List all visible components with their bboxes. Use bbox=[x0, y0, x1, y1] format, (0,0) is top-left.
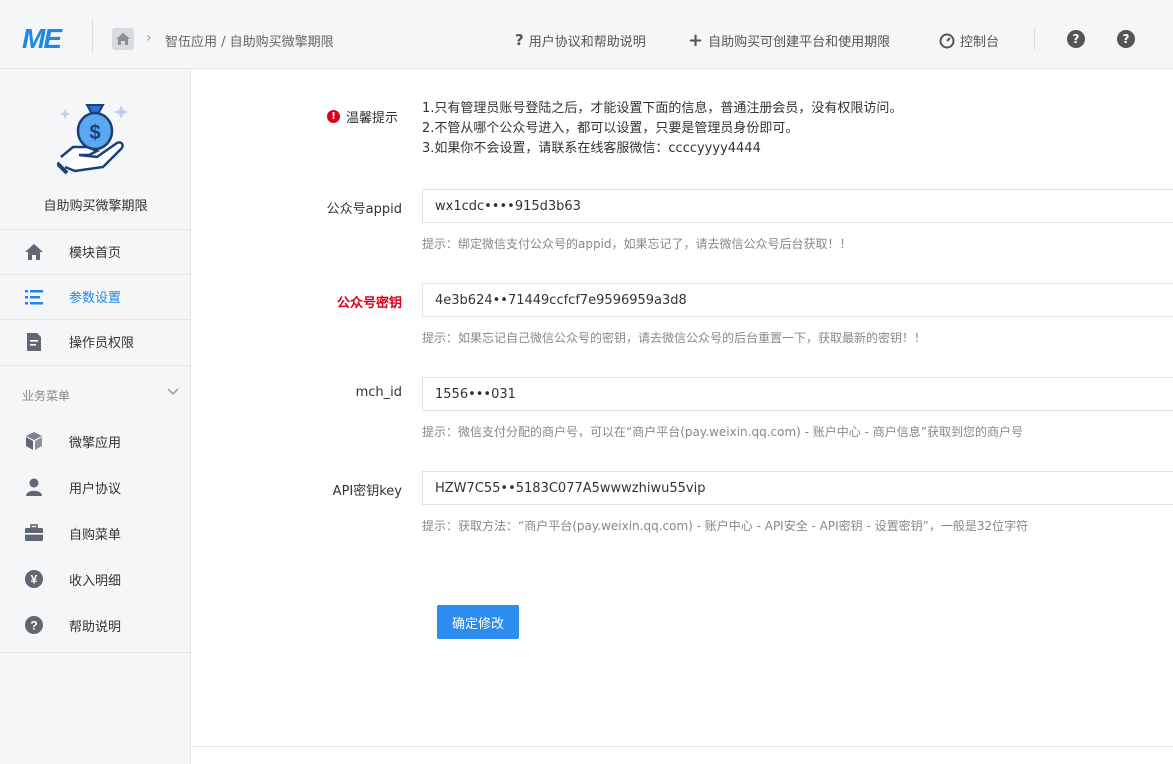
app-secret-label: 公众号密钥 bbox=[336, 296, 402, 311]
mch-id-input[interactable] bbox=[422, 377, 1173, 411]
gauge-icon bbox=[939, 33, 955, 48]
tip-line: 2.不管从哪个公众号进入，都可以设置，只要是管理员身份即可。 bbox=[422, 121, 799, 136]
api-key-input[interactable] bbox=[422, 471, 1173, 505]
help-circle-icon: ? bbox=[25, 616, 43, 634]
breadcrumb-separator: › bbox=[146, 30, 152, 46]
agreement-help-label: 用户协议和帮助说明 bbox=[528, 35, 646, 50]
sidebar-item-user-agreement[interactable]: 用户协议 bbox=[0, 465, 191, 509]
svg-text:¥: ¥ bbox=[31, 573, 38, 587]
help-icon[interactable]: ? bbox=[1067, 30, 1085, 48]
sidebar-divider bbox=[0, 652, 191, 653]
sidebar-item-label: 参数设置 bbox=[69, 291, 122, 306]
tip-line: 3.如果你不会设置，请联系在线客服微信：ccccyyyy4444 bbox=[422, 141, 761, 156]
sidebar-item-operator-permissions[interactable]: 操作员权限 bbox=[0, 319, 191, 363]
sidebar-item-income-details[interactable]: ¥ 收入明细 bbox=[0, 557, 191, 601]
sidebar-item-module-home[interactable]: 模块首页 bbox=[0, 229, 191, 273]
yen-icon: ¥ bbox=[25, 570, 43, 588]
console-link[interactable]: 控制台 bbox=[939, 31, 999, 50]
logo-divider bbox=[92, 18, 93, 54]
sidebar-item-self-purchase-menu[interactable]: 自购菜单 bbox=[0, 511, 191, 555]
appid-input[interactable] bbox=[422, 189, 1173, 223]
alert-icon: ! bbox=[327, 110, 340, 123]
list-icon bbox=[25, 289, 43, 304]
info-help-icon[interactable]: ? bbox=[1117, 30, 1135, 48]
sidebar-item-label: 操作员权限 bbox=[69, 336, 135, 351]
api-key-hint: 提示：获取方法：“商户平台(pay.weixin.qq.com) - 账户中心 … bbox=[422, 519, 1029, 533]
self-purchase-label: 自助购买可创建平台和使用期限 bbox=[708, 35, 891, 50]
app-secret-input[interactable] bbox=[422, 283, 1173, 317]
breadcrumb[interactable]: 智伍应用 / 自助购买微擎期限 bbox=[165, 31, 334, 50]
document-icon bbox=[27, 332, 41, 351]
sidebar-item-help[interactable]: ? 帮助说明 bbox=[0, 603, 191, 647]
mch-id-hint: 提示：微信支付分配的商户号，可以在“商户平台(pay.weixin.qq.com… bbox=[422, 425, 1023, 439]
appid-hint: 提示：绑定微信支付公众号的appid，如果忘记了，请去微信公众号后台获取！！ bbox=[422, 237, 852, 251]
user-icon bbox=[26, 478, 42, 496]
svg-text:?: ? bbox=[30, 619, 37, 633]
tip-heading: ! 温馨提示 bbox=[327, 107, 398, 126]
sidebar-item-weiqing-apps[interactable]: 微擎应用 bbox=[0, 419, 191, 463]
settings-form: ! 温馨提示 1.只有管理员账号登陆之后，才能设置下面的信息，普通注册会员，没有… bbox=[192, 69, 1173, 764]
app-card: $ 自助购买微擎期限 bbox=[0, 69, 191, 229]
sidebar-item-settings[interactable]: 参数设置 bbox=[0, 274, 191, 318]
tip-text: 1.只有管理员账号登陆之后，才能设置下面的信息，普通注册会员，没有权限访问。 2… bbox=[422, 99, 902, 159]
home-icon[interactable] bbox=[112, 28, 134, 50]
sidebar-item-label: 收入明细 bbox=[69, 573, 122, 589]
money-bag-icon: $ bbox=[57, 104, 128, 175]
sidebar-item-label: 帮助说明 bbox=[69, 619, 122, 635]
tip-label: 温馨提示 bbox=[346, 111, 399, 126]
home-icon bbox=[25, 243, 43, 260]
mch-id-label: mch_id bbox=[355, 385, 402, 400]
chevron-down-icon[interactable] bbox=[166, 384, 180, 398]
sidebar-item-label: 模块首页 bbox=[69, 246, 122, 261]
app-logo[interactable]: ME bbox=[22, 24, 62, 54]
top-header: ME › 智伍应用 / 自助购买微擎期限 ? 用户协议和帮助说明 + 自助购买可… bbox=[0, 0, 1173, 69]
svg-text:$: $ bbox=[89, 122, 100, 144]
cubes-icon bbox=[26, 432, 42, 450]
appid-label: 公众号appid bbox=[326, 202, 402, 217]
sidebar: $ 自助购买微擎期限 模块首页 参数设置 操作员权限 业务菜单 微擎应用 用户协… bbox=[0, 69, 191, 764]
sidebar-divider bbox=[0, 365, 191, 366]
tip-line: 1.只有管理员账号登陆之后，才能设置下面的信息，普通注册会员，没有权限访问。 bbox=[422, 101, 903, 116]
toolbox-icon bbox=[25, 524, 43, 541]
api-key-label: API密钥key bbox=[332, 484, 402, 499]
plus-icon: + bbox=[688, 30, 704, 51]
footer-divider bbox=[192, 746, 1173, 747]
agreement-help-link[interactable]: ? 用户协议和帮助说明 bbox=[515, 31, 646, 51]
self-purchase-link[interactable]: + 自助购买可创建平台和使用期限 bbox=[688, 30, 891, 51]
business-menu-title[interactable]: 业务菜单 bbox=[22, 387, 70, 404]
app-secret-hint: 提示：如果忘记自己微信公众号的密钥，请去微信公众号的后台重置一下，获取最新的密钥… bbox=[422, 331, 927, 345]
sidebar-item-label: 用户协议 bbox=[69, 481, 122, 497]
console-label: 控制台 bbox=[960, 35, 1000, 50]
sidebar-item-label: 自购菜单 bbox=[69, 527, 122, 543]
question-icon: ? bbox=[515, 31, 524, 49]
app-name: 自助购买微擎期限 bbox=[43, 199, 148, 214]
header-divider bbox=[1034, 28, 1035, 50]
submit-button[interactable]: 确定修改 bbox=[437, 605, 519, 639]
sidebar-item-label: 微擎应用 bbox=[69, 435, 122, 451]
